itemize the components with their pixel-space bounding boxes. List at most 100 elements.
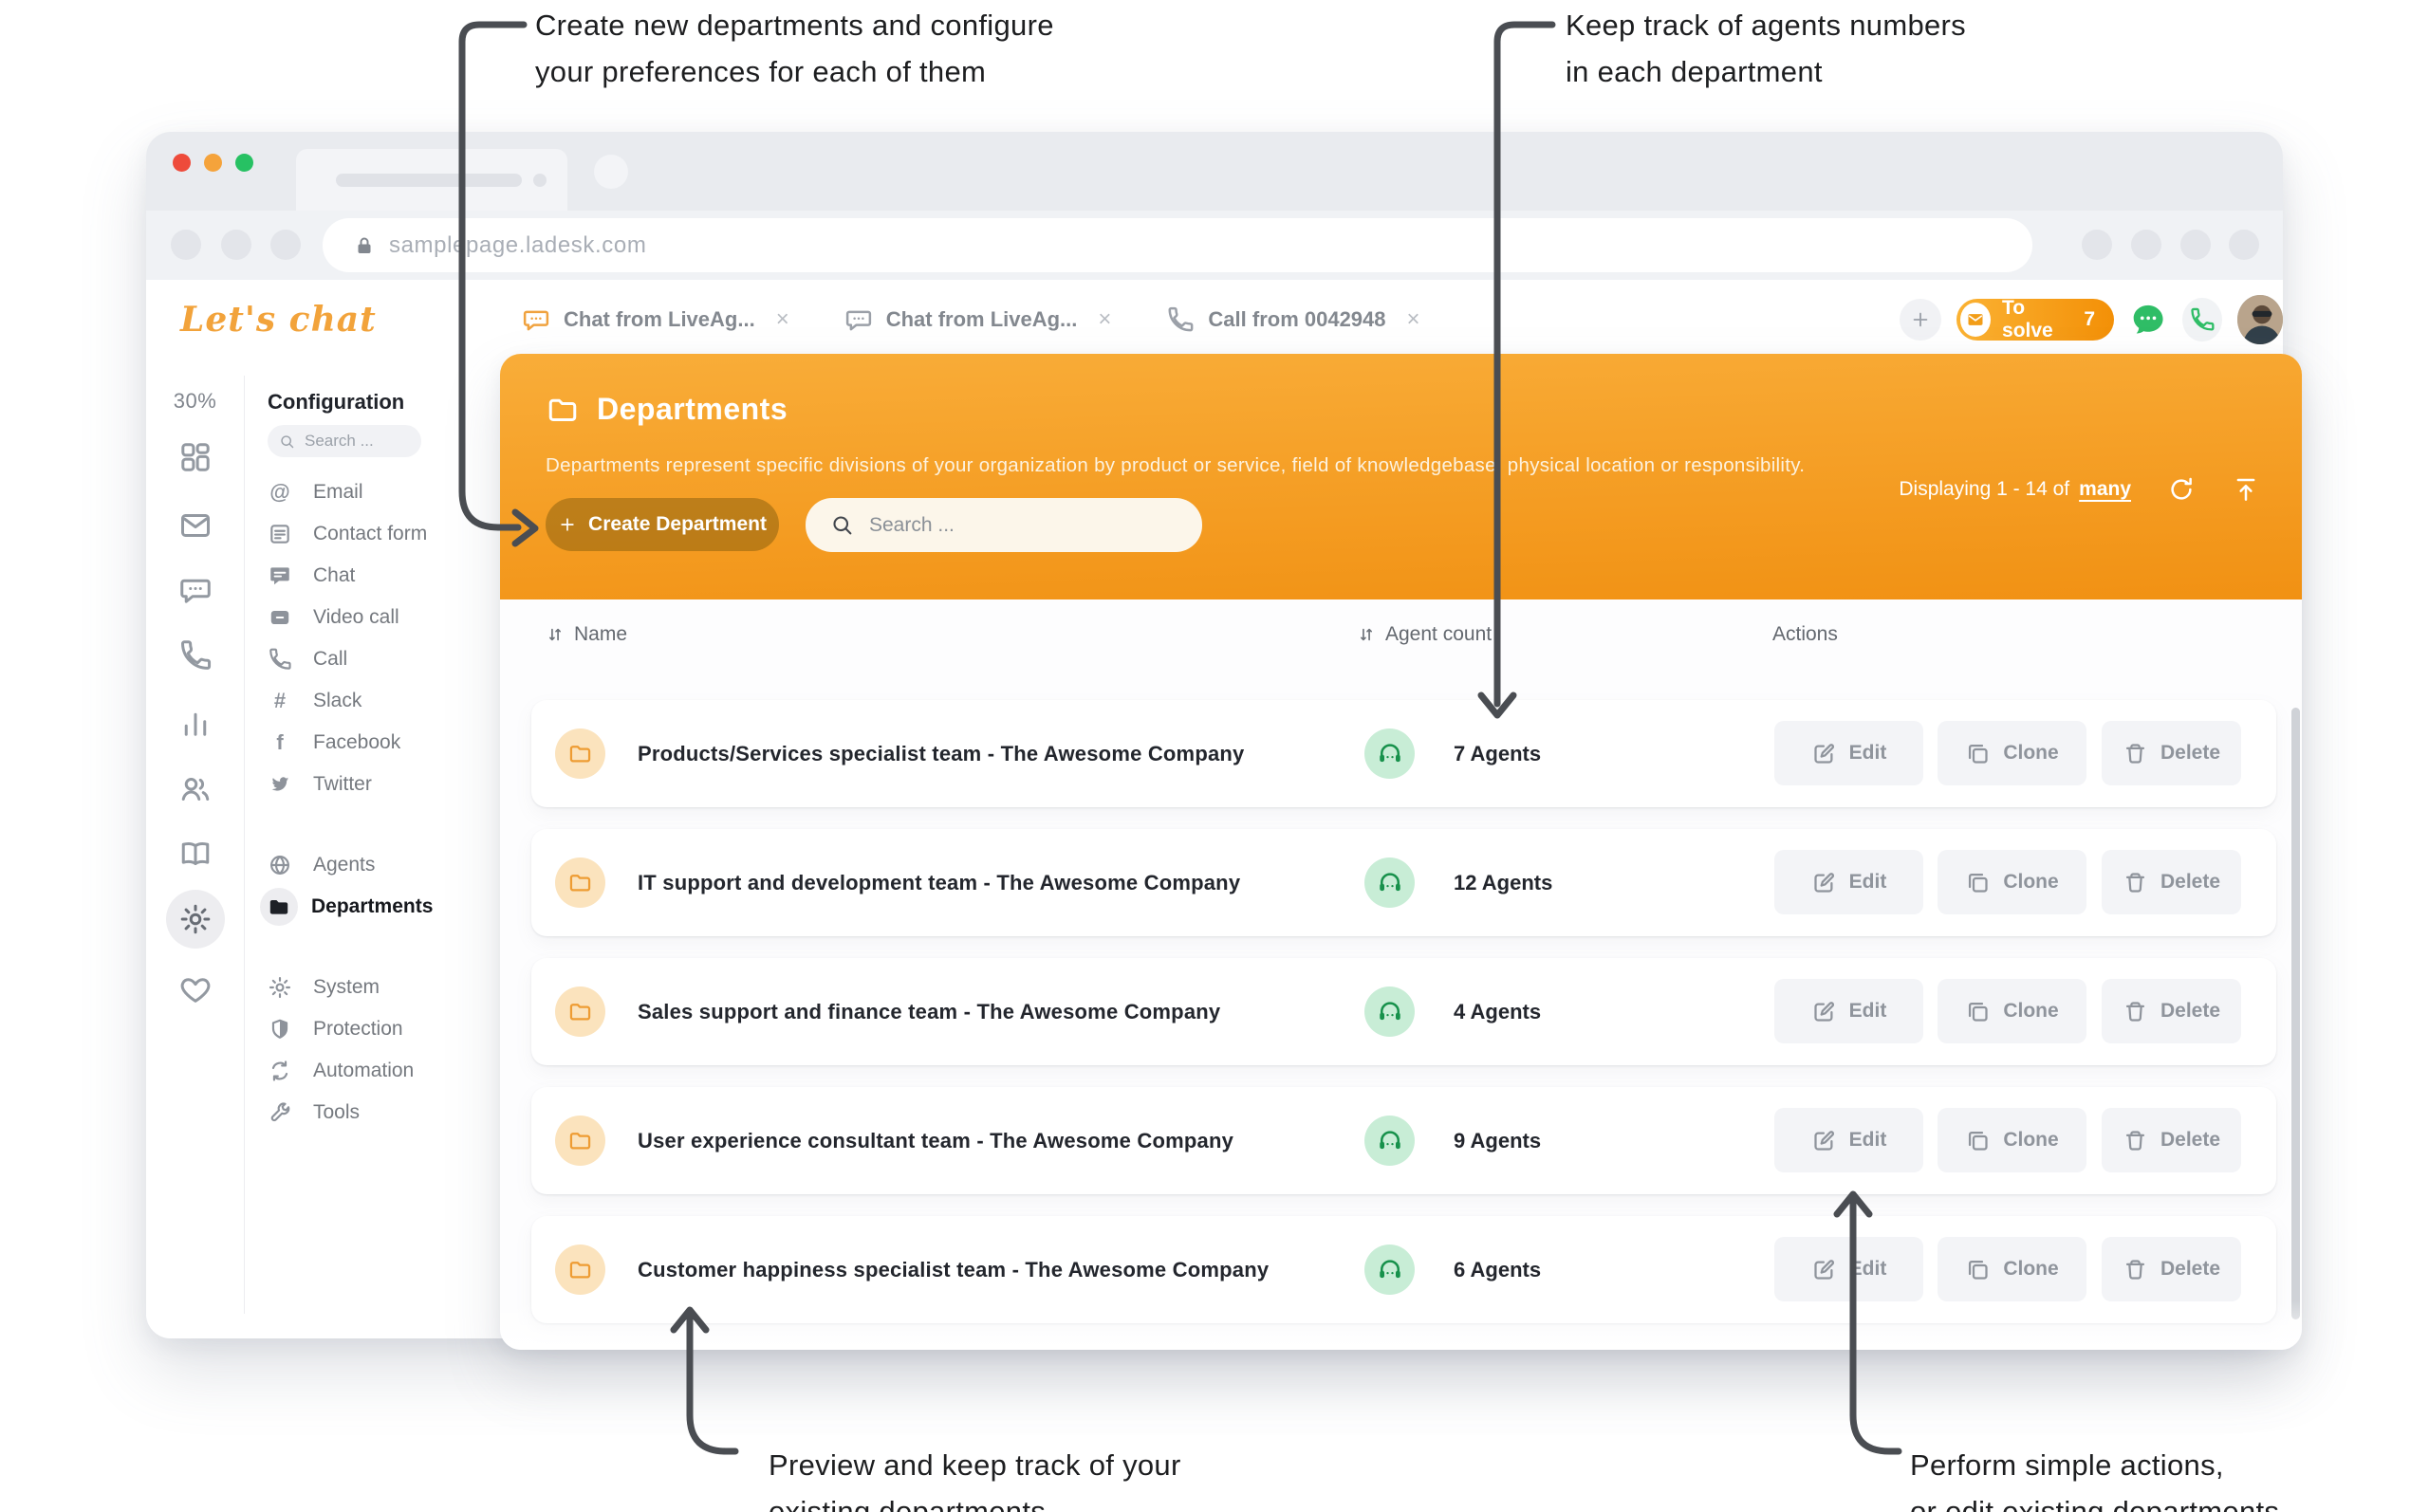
- config-item-contact-form[interactable]: Contact form: [268, 513, 486, 555]
- clone-button[interactable]: Clone: [1938, 850, 2086, 914]
- config-item-agents[interactable]: Agents: [268, 844, 486, 886]
- clone-icon: [1965, 870, 1991, 895]
- clone-button[interactable]: Clone: [1938, 1237, 2086, 1301]
- edit-button[interactable]: Edit: [1774, 1237, 1923, 1301]
- trash-icon: [2123, 999, 2148, 1024]
- traffic-light-maximize[interactable]: [235, 154, 253, 172]
- edit-button[interactable]: Edit: [1774, 850, 1923, 914]
- sidebar-item-favorites[interactable]: [146, 972, 244, 1006]
- start-chat-button[interactable]: [2129, 299, 2167, 341]
- config-item-twitter[interactable]: Twitter: [268, 764, 486, 805]
- clone-button[interactable]: Clone: [1938, 1108, 2086, 1172]
- config-item-tools[interactable]: Tools: [268, 1092, 486, 1134]
- extension-button-2[interactable]: [2131, 230, 2161, 260]
- gear-icon: [178, 902, 213, 936]
- plus-icon: [1910, 309, 1931, 330]
- shield-icon: [268, 1017, 292, 1042]
- column-header-agent-count[interactable]: Agent count: [1357, 599, 1492, 670]
- delete-button[interactable]: Delete: [2102, 721, 2241, 785]
- address-bar[interactable]: samplepage.ladesk.com: [323, 218, 2032, 272]
- browser-chrome: [146, 132, 2283, 211]
- sidebar-item-reports[interactable]: [146, 707, 244, 741]
- close-icon[interactable]: ×: [1407, 306, 1420, 333]
- column-header-name[interactable]: Name: [546, 599, 627, 670]
- edit-button[interactable]: Edit: [1774, 721, 1923, 785]
- new-tab-button[interactable]: [594, 155, 628, 189]
- config-item-label: Protection: [313, 1018, 403, 1041]
- browser-tab[interactable]: [296, 149, 567, 211]
- edit-button[interactable]: Edit: [1774, 979, 1923, 1043]
- table-header: Name Agent count Actions: [500, 599, 2302, 670]
- agent-count: 9 Agents: [1454, 1129, 1541, 1153]
- sidebar-item-customers[interactable]: [146, 772, 244, 806]
- reload-button[interactable]: [270, 230, 301, 260]
- department-row: Products/Services specialist team - The …: [531, 700, 2276, 807]
- config-item-video-call[interactable]: Video call: [268, 597, 486, 638]
- config-item-call[interactable]: Call: [268, 638, 486, 680]
- sidebar-item-mail[interactable]: [146, 508, 244, 543]
- scrollbar[interactable]: [2291, 708, 2300, 1319]
- clone-button[interactable]: Clone: [1938, 979, 2086, 1043]
- forward-button[interactable]: [221, 230, 251, 260]
- delete-button[interactable]: Delete: [2102, 1237, 2241, 1301]
- sidebar-item-calls[interactable]: [146, 638, 244, 673]
- config-item-email[interactable]: @Email: [268, 471, 486, 513]
- extension-button-1[interactable]: [2082, 230, 2112, 260]
- add-ticket-button[interactable]: [1900, 299, 1941, 341]
- config-search-input[interactable]: [303, 431, 411, 452]
- sidebar-item-knowledgebase[interactable]: [146, 837, 244, 871]
- displaying-many-link[interactable]: many: [2079, 478, 2131, 501]
- config-item-chat[interactable]: Chat: [268, 555, 486, 597]
- chat-sq-icon: [268, 563, 292, 588]
- departments-search-input[interactable]: [867, 513, 1175, 538]
- slack-icon: #: [268, 689, 292, 713]
- refresh-icon[interactable]: [2167, 475, 2196, 504]
- traffic-light-close[interactable]: [173, 154, 191, 172]
- browser-menu-button[interactable]: [2229, 230, 2259, 260]
- tab-close-dot[interactable]: [533, 174, 547, 187]
- back-button[interactable]: [171, 230, 201, 260]
- config-search[interactable]: [268, 425, 421, 457]
- sidebar-item-dashboard[interactable]: [146, 440, 244, 474]
- clone-label: Clone: [2003, 871, 2058, 894]
- config-item-automation[interactable]: Automation: [268, 1050, 486, 1092]
- folder-icon: [567, 999, 593, 1024]
- edit-button[interactable]: Edit: [1774, 1108, 1923, 1172]
- departments-panel: Departments Departments represent specif…: [500, 354, 2302, 1350]
- close-icon[interactable]: ×: [1098, 306, 1111, 333]
- config-item-protection[interactable]: Protection: [268, 1008, 486, 1050]
- folder-icon: [567, 1128, 593, 1153]
- clone-label: Clone: [2003, 1258, 2058, 1281]
- create-department-button[interactable]: Create Department: [546, 498, 779, 551]
- phone-icon: [2189, 306, 2216, 333]
- department-folder-badge: [555, 728, 605, 779]
- chat-icon: [522, 305, 550, 334]
- folder-solid-icon: [267, 894, 291, 919]
- clone-button[interactable]: Clone: [1938, 721, 2086, 785]
- grid-icon: [178, 440, 213, 474]
- to-solve-button[interactable]: To solve 7: [1956, 299, 2114, 341]
- config-item-slack[interactable]: #Slack: [268, 680, 486, 722]
- config-item-facebook[interactable]: fFacebook: [268, 722, 486, 764]
- departments-search[interactable]: [806, 498, 1202, 552]
- close-icon[interactable]: ×: [776, 306, 789, 333]
- sidebar-item-chats[interactable]: [146, 573, 244, 607]
- config-item-departments[interactable]: Departments: [268, 886, 486, 928]
- tab-chat-1[interactable]: Chat from LiveAg... ×: [522, 305, 789, 334]
- start-call-button[interactable]: [2182, 298, 2222, 341]
- traffic-light-minimize[interactable]: [204, 154, 222, 172]
- delete-button[interactable]: Delete: [2102, 979, 2241, 1043]
- scroll-to-top-icon[interactable]: [2232, 475, 2260, 504]
- agent-count: 4 Agents: [1454, 1000, 1541, 1024]
- stats-icon: [178, 707, 213, 741]
- phone-icon: [268, 647, 292, 672]
- delete-button[interactable]: Delete: [2102, 1108, 2241, 1172]
- tab-call[interactable]: Call from 0042948 ×: [1166, 305, 1419, 334]
- delete-button[interactable]: Delete: [2102, 850, 2241, 914]
- config-item-system[interactable]: System: [268, 967, 486, 1008]
- sidebar-item-settings[interactable]: [146, 890, 244, 949]
- avatar[interactable]: [2237, 295, 2283, 344]
- sort-icon: [1357, 625, 1376, 644]
- extension-button-3[interactable]: [2180, 230, 2211, 260]
- tab-chat-2[interactable]: Chat from LiveAg... ×: [844, 305, 1112, 334]
